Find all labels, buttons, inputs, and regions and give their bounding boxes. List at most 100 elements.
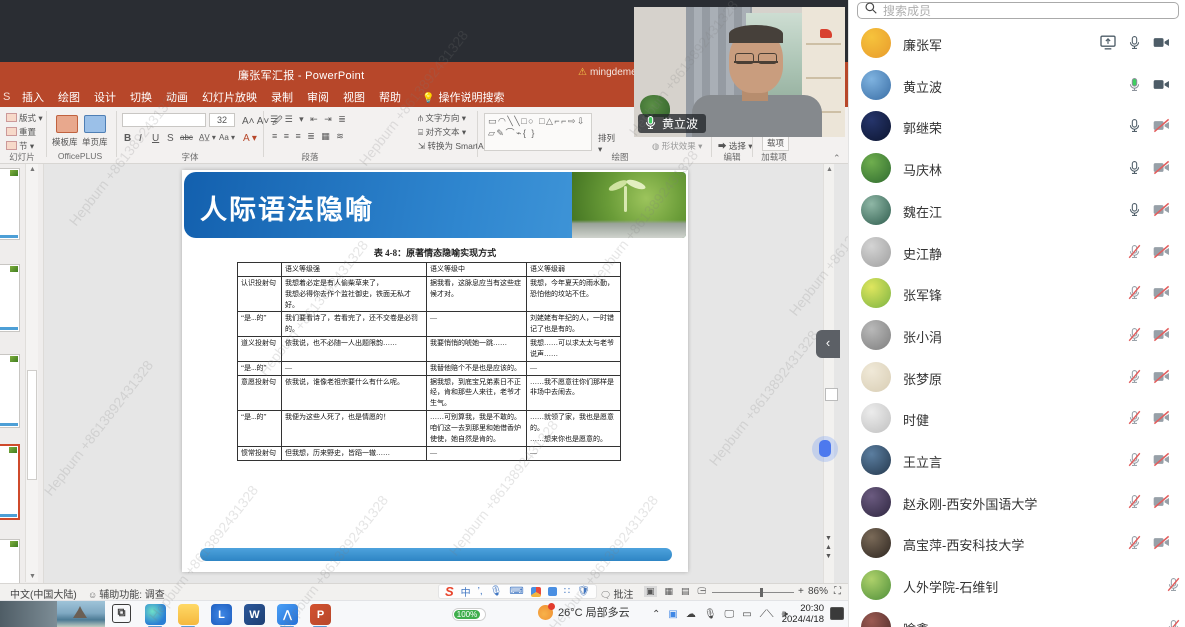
cam-on-icon[interactable] — [1153, 35, 1170, 55]
mic-on-icon[interactable] — [1127, 160, 1142, 180]
shapes-gallery[interactable]: ▭◠╲╲□○ □△⌐⌐⇨⇩ ▱✎⌒⌁{ } — [484, 113, 592, 151]
cloud-icon[interactable]: ☁ — [686, 609, 696, 620]
text-direction-button[interactable]: ⫛ 文字方向 ▾ — [418, 112, 466, 124]
screen-share-icon[interactable] — [1100, 35, 1116, 55]
taskbar-app-docs-app[interactable]: ⋀ — [277, 604, 298, 625]
floating-annotation-button[interactable] — [812, 436, 838, 462]
participant-row[interactable]: 史江静 — [849, 231, 1185, 273]
bold-button[interactable]: B — [124, 133, 131, 144]
cam-off-icon[interactable] — [1153, 369, 1170, 389]
cam-off-icon[interactable] — [1153, 244, 1170, 264]
participant-row[interactable]: 张小涓 — [849, 314, 1185, 356]
taskbar-app-file-explorer[interactable] — [178, 604, 199, 625]
zoom-in-button[interactable]: + — [798, 586, 804, 597]
zoom-out-button[interactable]: − — [700, 586, 706, 597]
tell-me-search[interactable]: 💡操作说明搜索 — [422, 89, 504, 105]
taskbar-app-edge[interactable] — [145, 604, 166, 625]
account-warning[interactable]: ⚠mingdeme — [578, 67, 634, 78]
cam-on-icon[interactable] — [1153, 77, 1170, 97]
participant-row[interactable]: 喻鑫 — [849, 606, 1185, 627]
participant-row[interactable]: 王立言 — [849, 439, 1185, 481]
mic-off-icon[interactable] — [1127, 494, 1142, 514]
thumbnail-scrollbar[interactable]: ▲ ▼ — [25, 164, 38, 582]
toolbox-icon[interactable]: ∷ — [564, 586, 570, 597]
slide-thumbnail[interactable] — [0, 264, 20, 332]
mic-off-icon[interactable] — [1127, 327, 1142, 347]
bullets-icons[interactable]: ☰ ☰ ▾ ⇤ ⇥ ≣ — [270, 114, 348, 125]
ribbon-tab-幻灯片放映[interactable]: 幻灯片放映 — [202, 89, 257, 105]
scroll-down-icon[interactable]: ▼ — [26, 573, 39, 580]
slide-scroll-up-icon[interactable]: ▲ — [824, 166, 835, 173]
strikethrough-button[interactable]: abc — [180, 133, 193, 142]
zoom-slider-thumb[interactable] — [760, 588, 763, 597]
notification-center-icon[interactable] — [830, 607, 844, 620]
slide-canvas[interactable]: 人际语法隐喻 表 4-8：原著情态隐喻实现方式 语义等级强语义等级中语义等级弱 … — [182, 170, 688, 572]
taskbar-clock[interactable]: 20:30 2024/4/18 — [764, 603, 824, 625]
zoom-level[interactable]: 86% — [808, 586, 828, 597]
shield-icon[interactable]: 🛡 — [577, 586, 590, 597]
cam-off-icon[interactable] — [1153, 410, 1170, 430]
mic-off-icon[interactable] — [1127, 535, 1142, 555]
participant-row[interactable]: 黄立波 — [849, 64, 1185, 106]
zoom-slider[interactable] — [712, 592, 794, 593]
battery-indicator[interactable]: 100% — [452, 608, 486, 621]
ime-mode-chinese[interactable]: 中 — [461, 584, 471, 599]
ribbon-tab-设计[interactable]: 设计 — [94, 89, 116, 105]
scrollbar-thumb[interactable] — [27, 370, 37, 480]
font-name-input[interactable] — [122, 113, 206, 127]
cam-off-icon[interactable] — [1153, 202, 1170, 222]
tray-mic-icon[interactable]: 🎙 — [704, 609, 717, 620]
comments-button[interactable]: 🗨批注 — [600, 586, 633, 601]
collapse-ribbon-icon[interactable]: ⌃ — [833, 153, 841, 164]
participant-row[interactable]: 人外学院-石维钊 — [849, 564, 1185, 606]
mic-on-icon[interactable] — [1127, 202, 1142, 222]
template-library-icon[interactable] — [56, 115, 78, 133]
single-page-library-button[interactable]: 单页库 — [82, 136, 108, 148]
slide-scrollbar[interactable]: ▲ — [823, 164, 834, 583]
voice-icon[interactable]: 🎙 — [490, 586, 503, 597]
mic-off-icon[interactable] — [1127, 285, 1142, 305]
slide-thumbnail[interactable] — [0, 168, 20, 240]
shadow-button[interactable]: S — [167, 133, 174, 144]
underline-button[interactable]: U — [152, 133, 159, 144]
participant-row[interactable]: 魏在江 — [849, 189, 1185, 231]
scroll-up-icon[interactable]: ▲ — [26, 166, 39, 173]
italic-button[interactable]: I — [139, 133, 142, 144]
mic-speaking-icon[interactable] — [1127, 77, 1142, 97]
mic-on-icon[interactable] — [1127, 118, 1142, 138]
addins-button[interactable]: 载项 — [762, 135, 789, 151]
cam-off-icon[interactable] — [1153, 452, 1170, 472]
display-icon[interactable]: 🖵 — [725, 609, 735, 620]
taskbar-app-powerpoint[interactable]: P — [310, 604, 331, 625]
participant-row[interactable]: 马庆林 — [849, 147, 1185, 189]
accessibility-status[interactable]: ☺辅助功能: 调查 — [88, 586, 165, 601]
speaker-video-feed[interactable]: 黄立波 — [634, 7, 845, 137]
template-library-button[interactable]: 模板库 — [52, 136, 78, 148]
tray-app-icon[interactable]: ▣ — [668, 609, 677, 620]
cam-off-icon[interactable] — [1153, 285, 1170, 305]
mic-off-icon[interactable] — [1127, 369, 1142, 389]
ribbon-tab-视图[interactable]: 视图 — [343, 89, 365, 105]
taskbar-app-task-view[interactable]: ⧉ — [112, 604, 131, 623]
sogou-logo[interactable]: S — [445, 584, 454, 599]
taskbar-app-word[interactable]: W — [244, 604, 265, 625]
ribbon-tab-切换[interactable]: 切换 — [130, 89, 152, 105]
mic-off-icon[interactable] — [1127, 410, 1142, 430]
capsule-icon[interactable] — [548, 587, 557, 596]
char-spacing-button[interactable]: A̲V̲ ▾ — [199, 133, 216, 142]
cam-off-icon[interactable] — [1153, 118, 1170, 138]
search-members-box[interactable]: 搜索成员 — [857, 2, 1179, 19]
slide-thumbnail[interactable] — [0, 444, 20, 520]
skin-icon[interactable] — [531, 587, 541, 597]
participant-row[interactable]: 张梦原 — [849, 356, 1185, 398]
participant-row[interactable]: 廉张军 — [849, 22, 1185, 64]
tray-expand-icon[interactable]: ⌃ — [652, 609, 660, 620]
shape-effects-button[interactable]: ◍ 形状效果 ▾ — [652, 140, 702, 152]
panel-collapse-button[interactable]: ‹ — [816, 330, 840, 358]
sogou-ime-bar[interactable]: S 中 ’, 🎙 ⌨ ∷ 🛡 — [438, 584, 597, 599]
taskbar-app-lenovo-app[interactable]: L — [211, 604, 232, 625]
layout-button[interactable]: 版式 ▾ — [6, 112, 43, 124]
ribbon-tab-绘图[interactable]: 绘图 — [58, 89, 80, 105]
mic-off-icon[interactable] — [1127, 244, 1142, 264]
scroll-marker[interactable] — [825, 388, 838, 401]
